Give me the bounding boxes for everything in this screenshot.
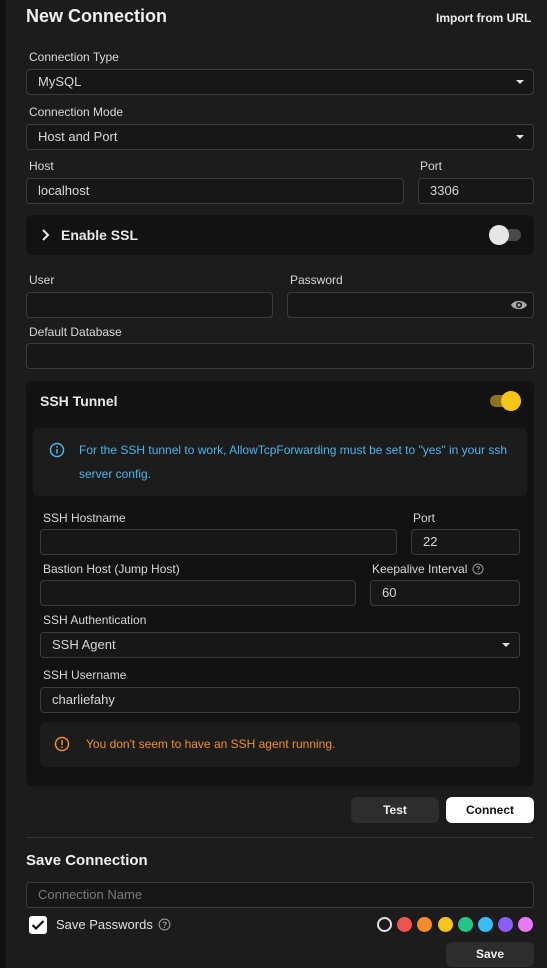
ssh-username-input[interactable]: charliefahy	[40, 687, 520, 713]
port-label: Port	[420, 159, 443, 173]
default-database-label: Default Database	[29, 325, 122, 339]
connection-mode-value: Host and Port	[38, 129, 118, 144]
ssh-tunnel-panel: SSH Tunnel For the SSH tunnel to work, A…	[26, 381, 534, 786]
password-label: Password	[290, 273, 343, 287]
bastion-host-input[interactable]	[40, 580, 356, 606]
ssh-agent-warning: You don't seem to have an SSH agent runn…	[40, 722, 520, 767]
port-input[interactable]: 3306	[418, 178, 534, 204]
host-label: Host	[29, 159, 54, 173]
color-swatch-yellow[interactable]	[438, 917, 453, 932]
save-button[interactable]: Save	[446, 942, 534, 967]
ssh-hostname-input[interactable]	[40, 529, 397, 555]
user-input[interactable]	[26, 292, 273, 318]
test-button[interactable]: Test	[351, 797, 439, 823]
connection-name-input[interactable]: Connection Name	[26, 882, 534, 908]
ssl-panel[interactable]: Enable SSL	[26, 215, 534, 255]
ssh-hostname-label: SSH Hostname	[43, 511, 126, 525]
keepalive-input[interactable]: 60	[370, 580, 520, 606]
ssh-auth-select[interactable]: SSH Agent	[40, 632, 520, 658]
keepalive-value: 60	[382, 585, 397, 600]
ssh-auth-label: SSH Authentication	[43, 613, 147, 627]
save-passwords-label: Save Passwords	[56, 917, 153, 932]
ssh-port-label: Port	[413, 511, 436, 525]
color-swatch-pink[interactable]	[518, 917, 533, 932]
color-swatch-red[interactable]	[397, 917, 412, 932]
connect-button[interactable]: Connect	[446, 797, 534, 823]
color-swatch-orange[interactable]	[417, 917, 432, 932]
eye-icon[interactable]	[510, 298, 528, 312]
chevron-right-icon	[42, 229, 50, 241]
checkmark-icon	[31, 920, 45, 931]
help-circle-icon[interactable]	[472, 563, 484, 575]
connection-mode-select[interactable]: Host and Port	[26, 124, 534, 150]
ssh-agent-warning-text: You don't seem to have an SSH agent runn…	[86, 737, 336, 751]
ssl-label: Enable SSL	[61, 227, 139, 243]
connection-name-placeholder: Connection Name	[38, 887, 143, 902]
left-edge	[0, 0, 6, 968]
keepalive-label: Keepalive Interval	[372, 562, 468, 576]
ssh-port-value: 22	[423, 534, 438, 549]
info-icon	[49, 442, 65, 458]
warning-icon	[54, 736, 70, 752]
import-from-url-button[interactable]: Import from URL	[436, 11, 531, 25]
bastion-host-label: Bastion Host (Jump Host)	[43, 562, 180, 576]
host-value: localhost	[38, 183, 90, 198]
user-label: User	[29, 273, 55, 287]
ssh-auth-value: SSH Agent	[52, 637, 116, 652]
connection-type-select[interactable]: MySQL	[26, 69, 534, 95]
connection-mode-label: Connection Mode	[29, 105, 124, 119]
connection-type-label: Connection Type	[29, 50, 119, 64]
color-swatch-blue[interactable]	[478, 917, 493, 932]
ssh-tunnel-title: SSH Tunnel	[40, 393, 118, 409]
default-database-input[interactable]	[26, 343, 534, 369]
page-title: New Connection	[26, 6, 168, 26]
section-divider	[26, 837, 534, 838]
help-circle-icon[interactable]	[158, 918, 171, 931]
ssh-tunnel-toggle-knob	[501, 391, 521, 411]
ssh-info-box: For the SSH tunnel to work, AllowTcpForw…	[33, 428, 527, 496]
color-swatch-none[interactable]	[377, 917, 392, 932]
ssh-username-label: SSH Username	[43, 668, 127, 682]
ssh-tunnel-toggle[interactable]	[490, 391, 521, 411]
ssl-toggle[interactable]	[489, 225, 521, 245]
connection-type-value: MySQL	[38, 74, 82, 89]
password-input[interactable]	[287, 292, 534, 318]
ssh-info-text: For the SSH tunnel to work, AllowTcpForw…	[79, 443, 508, 481]
color-swatch-purple[interactable]	[498, 917, 513, 932]
ssl-toggle-knob	[489, 225, 509, 245]
host-input[interactable]: localhost	[26, 178, 404, 204]
port-value: 3306	[430, 183, 459, 198]
ssh-username-value: charliefahy	[52, 692, 115, 707]
color-swatch-green[interactable]	[458, 917, 473, 932]
save-connection-title: Save Connection	[26, 852, 148, 869]
ssh-port-input[interactable]: 22	[411, 529, 520, 555]
save-passwords-checkbox[interactable]	[29, 916, 47, 934]
